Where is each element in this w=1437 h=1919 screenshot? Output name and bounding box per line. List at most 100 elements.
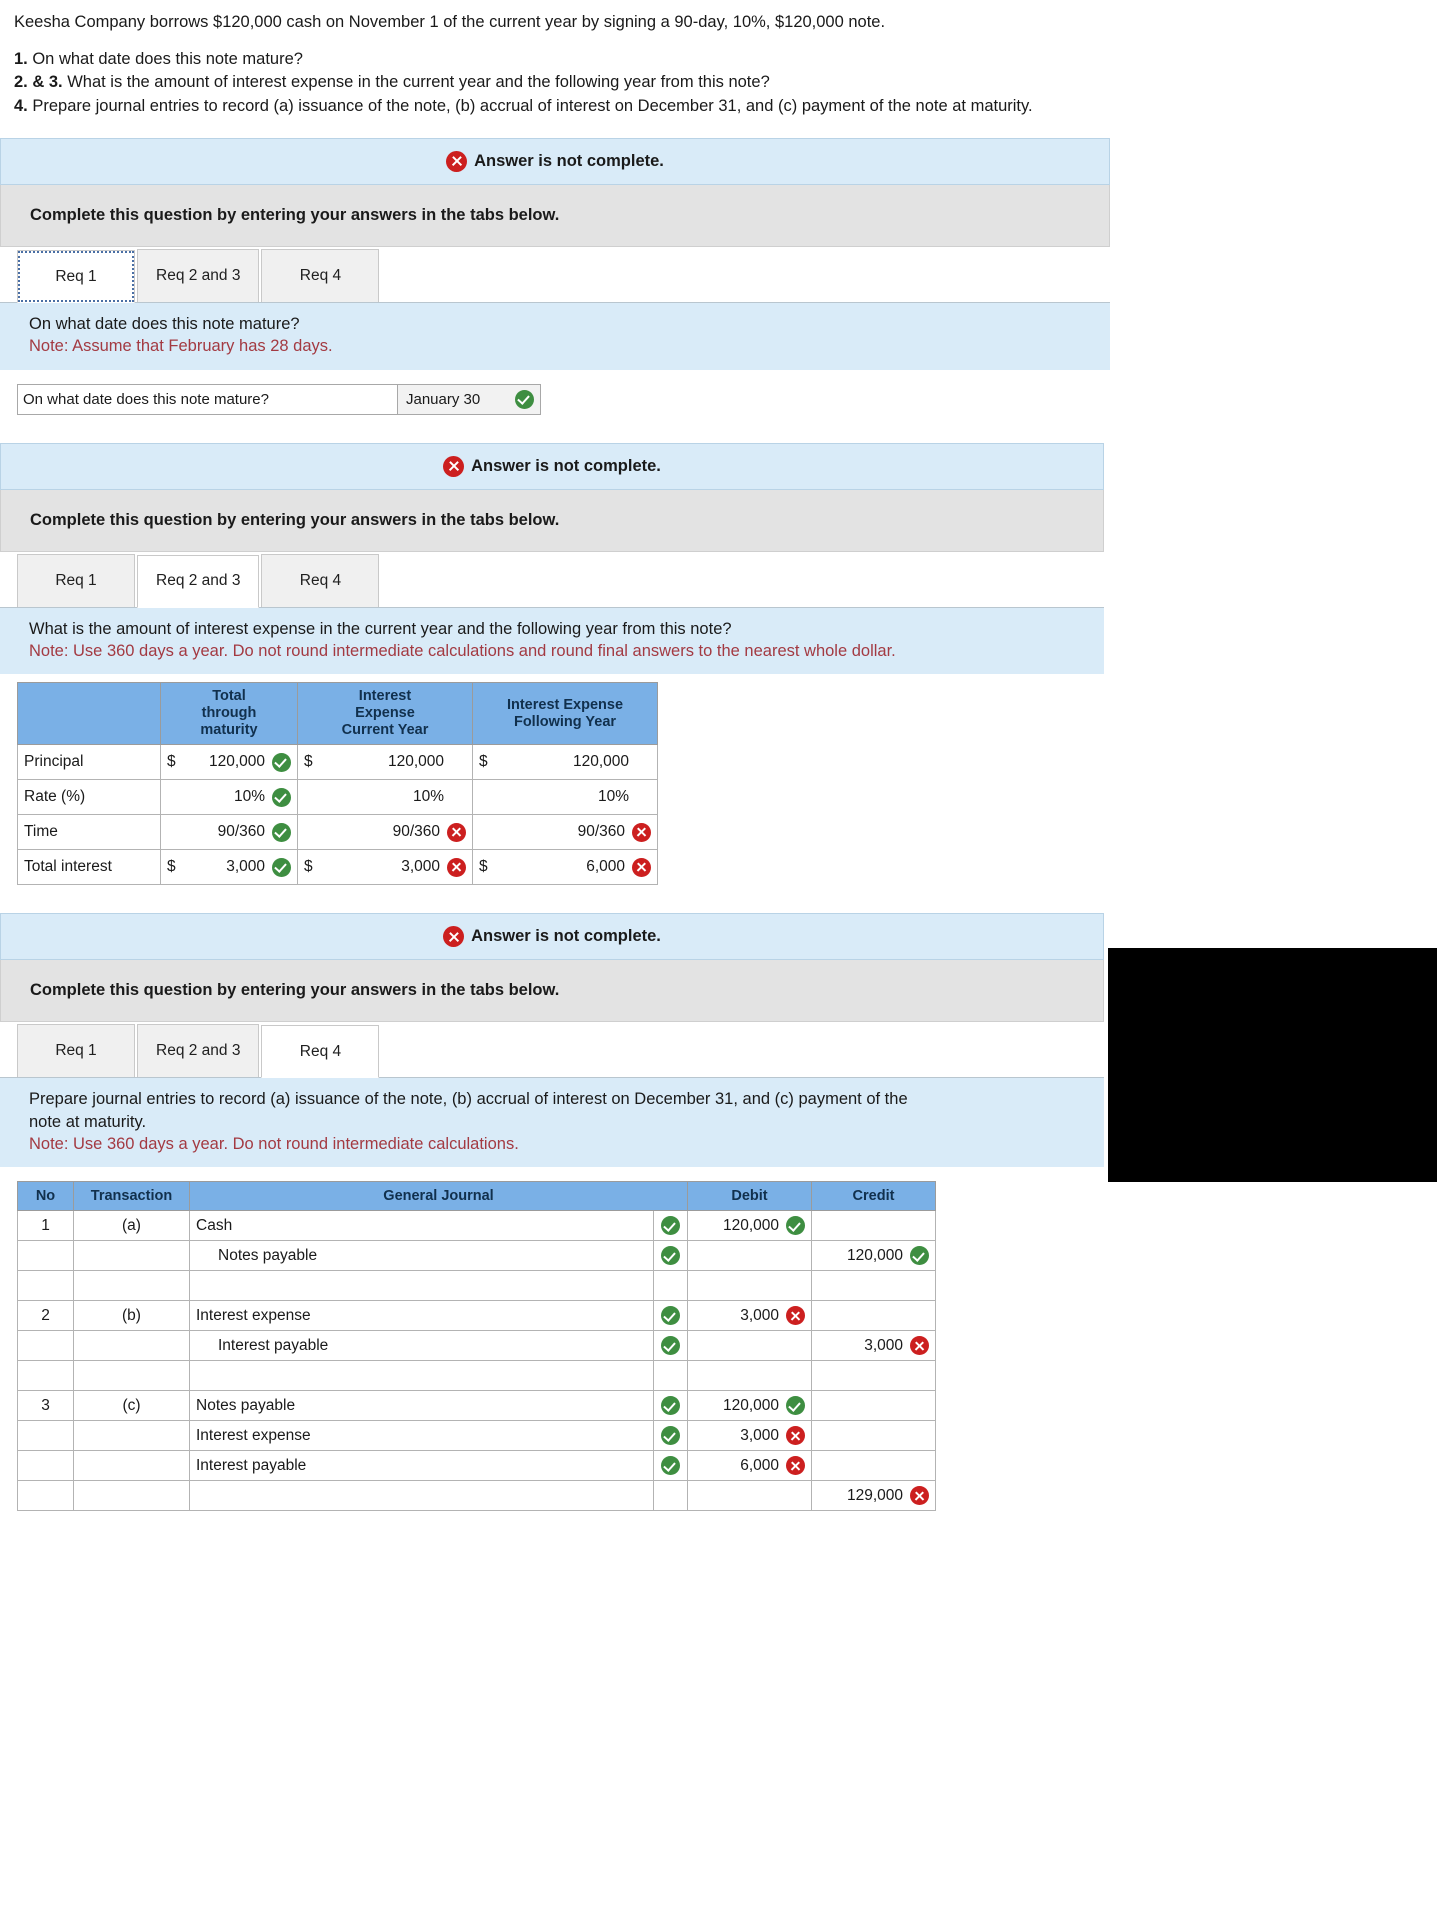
tab-req4[interactable]: Req 4 — [261, 553, 380, 607]
cell-value: 10% — [233, 788, 265, 806]
cell-debit[interactable]: 3,000 — [687, 1420, 812, 1452]
cell-rate-following-year[interactable]: 10% — [472, 779, 658, 816]
cell-credit[interactable]: 129,000 — [811, 1480, 936, 1512]
tab-req2-and-3[interactable]: Req 2 and 3 — [137, 1024, 260, 1078]
cell-account-status — [653, 1300, 688, 1332]
cell-account[interactable]: Notes payable — [189, 1240, 654, 1272]
table-row: Principal $ 120,000 $ 120,000 $ 120,000 — [17, 744, 658, 781]
cell-credit[interactable] — [811, 1450, 936, 1482]
currency-symbol: $ — [479, 753, 488, 771]
cell-account[interactable]: Notes payable — [189, 1390, 654, 1422]
table-row: Notes payable 120,000 — [17, 1240, 936, 1272]
tab-req4[interactable]: Req 4 — [261, 1025, 380, 1079]
cell-debit[interactable] — [687, 1240, 812, 1272]
complete-question-text: Complete this question by entering your … — [30, 206, 560, 225]
cell-account[interactable]: Cash — [189, 1210, 654, 1242]
complete-question-bar-1: Complete this question by entering your … — [0, 185, 1110, 248]
cross-icon — [632, 822, 651, 842]
requirement-1-number: 1. — [14, 49, 28, 68]
tab-req1[interactable]: Req 1 — [17, 553, 135, 607]
cell-credit[interactable] — [811, 1420, 936, 1452]
cell-debit[interactable] — [687, 1330, 812, 1362]
cell-total-interest-total[interactable]: $ 3,000 — [160, 849, 298, 886]
cell-total-interest-following-year[interactable]: $ 6,000 — [472, 849, 658, 886]
cell-value: 90/360 — [577, 823, 625, 841]
black-overlay-block — [1108, 948, 1437, 1182]
answer-row-value-cell[interactable]: January 30 — [398, 384, 540, 414]
cell-debit[interactable]: 120,000 — [687, 1210, 812, 1242]
cell-rate-total[interactable]: 10% — [160, 779, 298, 816]
cell-total-interest-current-year[interactable]: $ 3,000 — [297, 849, 473, 886]
cell-credit[interactable]: 3,000 — [811, 1330, 936, 1362]
cell-principal-total[interactable]: $ 120,000 — [160, 744, 298, 781]
tab-req1[interactable]: Req 1 — [17, 250, 135, 304]
check-icon — [661, 1306, 680, 1326]
row-label-total-interest: Total interest — [17, 849, 161, 886]
currency-symbol: $ — [167, 753, 176, 771]
col-header-blank — [17, 682, 161, 746]
cell-principal-current-year[interactable]: $ 120,000 — [297, 744, 473, 781]
cell-principal-following-year[interactable]: $ 120,000 — [472, 744, 658, 781]
col-header-transaction: Transaction — [73, 1181, 190, 1212]
cell-debit-value: 3,000 — [740, 1426, 779, 1444]
cell-debit[interactable]: 120,000 — [687, 1390, 812, 1422]
cell-credit[interactable] — [811, 1270, 936, 1302]
col-header-credit: Credit — [811, 1181, 936, 1212]
cell-credit[interactable] — [811, 1360, 936, 1392]
cell-credit[interactable] — [811, 1300, 936, 1332]
cell-account[interactable] — [189, 1480, 654, 1512]
cell-account[interactable] — [189, 1360, 654, 1392]
currency-symbol: $ — [304, 753, 313, 771]
tab-req4[interactable]: Req 4 — [261, 249, 380, 303]
cell-value: 90/360 — [217, 823, 265, 841]
cell-debit[interactable] — [687, 1270, 812, 1302]
cell-time-following-year[interactable]: 90/360 — [472, 814, 658, 851]
question-panel-req4: Answer is not complete. Complete this qu… — [0, 913, 1104, 1512]
cross-icon — [786, 1306, 805, 1326]
cell-debit[interactable]: 6,000 — [687, 1450, 812, 1482]
tab-req1-label: Req 1 — [55, 1042, 97, 1060]
cell-account[interactable] — [189, 1270, 654, 1302]
question-band-req1: On what date does this note mature? Note… — [0, 303, 1110, 370]
cell-debit[interactable] — [687, 1360, 812, 1392]
cell-account[interactable]: Interest expense — [189, 1420, 654, 1452]
cell-transaction — [73, 1360, 190, 1392]
cell-value: 90/360 — [392, 823, 440, 841]
question-text-req2-3: What is the amount of interest expense i… — [29, 619, 732, 638]
cross-icon — [447, 857, 466, 877]
answer-not-complete-banner-1: Answer is not complete. — [0, 138, 1110, 186]
cell-account-status — [653, 1270, 688, 1302]
cell-credit[interactable] — [811, 1390, 936, 1422]
cell-credit[interactable]: 120,000 — [811, 1240, 936, 1272]
table-header-row: Total through maturity Interest Expense … — [17, 682, 658, 746]
tab-req2-and-3[interactable]: Req 2 and 3 — [137, 249, 260, 303]
cell-no: 3 — [17, 1390, 74, 1422]
complete-question-text: Complete this question by entering your … — [30, 981, 560, 1000]
cell-no — [17, 1420, 74, 1452]
tab-req1[interactable]: Req 1 — [17, 1024, 135, 1078]
journal-header-row: No Transaction General Journal Debit Cre… — [17, 1181, 936, 1212]
cell-credit[interactable] — [811, 1210, 936, 1242]
circle-x-icon — [446, 151, 468, 173]
col-header-interest-expense-following-year: Interest Expense Following Year — [472, 682, 658, 746]
cell-account[interactable]: Interest payable — [189, 1450, 654, 1482]
cell-time-total[interactable]: 90/360 — [160, 814, 298, 851]
cell-rate-current-year[interactable]: 10% — [297, 779, 473, 816]
tab-req2-and-3[interactable]: Req 2 and 3 — [137, 554, 260, 608]
cell-account[interactable]: Interest payable — [189, 1330, 654, 1362]
cell-debit[interactable]: 3,000 — [687, 1300, 812, 1332]
check-icon — [661, 1216, 680, 1236]
tab-req1-label: Req 1 — [55, 267, 97, 285]
cell-time-current-year[interactable]: 90/360 — [297, 814, 473, 851]
tab-req4-label: Req 4 — [299, 571, 342, 589]
tab-req2-and-3-label: Req 2 and 3 — [156, 1042, 241, 1060]
tabstrip-2: Req 1 Req 2 and 3 Req 4 — [0, 552, 1104, 608]
cell-account[interactable]: Interest expense — [189, 1300, 654, 1332]
cell-value: 10% — [412, 788, 444, 806]
cell-no: 2 — [17, 1300, 74, 1332]
cell-debit[interactable] — [687, 1480, 812, 1512]
interest-table-body: Principal $ 120,000 $ 120,000 $ 120,000 … — [17, 744, 658, 886]
tabstrip-1: Req 1 Req 2 and 3 Req 4 — [0, 247, 1110, 304]
row-label-time: Time — [17, 814, 161, 851]
cell-no — [17, 1270, 74, 1302]
